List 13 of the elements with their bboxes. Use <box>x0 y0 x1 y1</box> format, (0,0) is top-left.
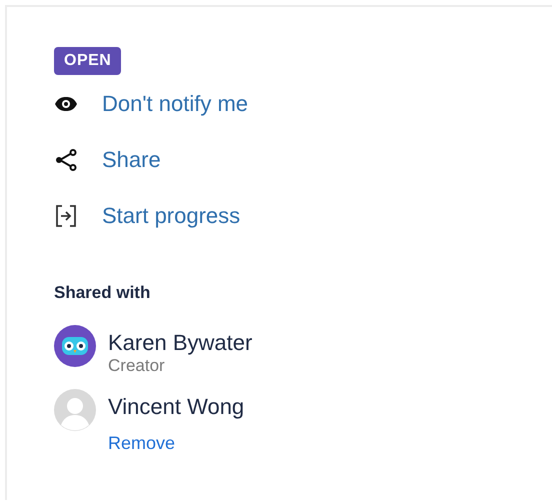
person-role: Creator <box>108 357 166 375</box>
action-link[interactable]: Share <box>54 145 552 175</box>
share-icon <box>54 148 78 172</box>
remove-link[interactable]: Remove <box>108 433 176 454</box>
status-badge: OPEN <box>54 47 122 75</box>
section-heading: Shared with <box>54 283 152 303</box>
action-link[interactable]: Don't notify me <box>54 89 552 119</box>
action-link[interactable]: Start progress <box>54 201 552 231</box>
person-name: Karen Bywater <box>108 329 252 357</box>
arrow-into-bracket-icon <box>54 204 78 228</box>
avatar-silhouette <box>54 389 96 431</box>
owl-avatar <box>54 325 96 367</box>
person-name: Vincent Wong <box>108 393 244 421</box>
